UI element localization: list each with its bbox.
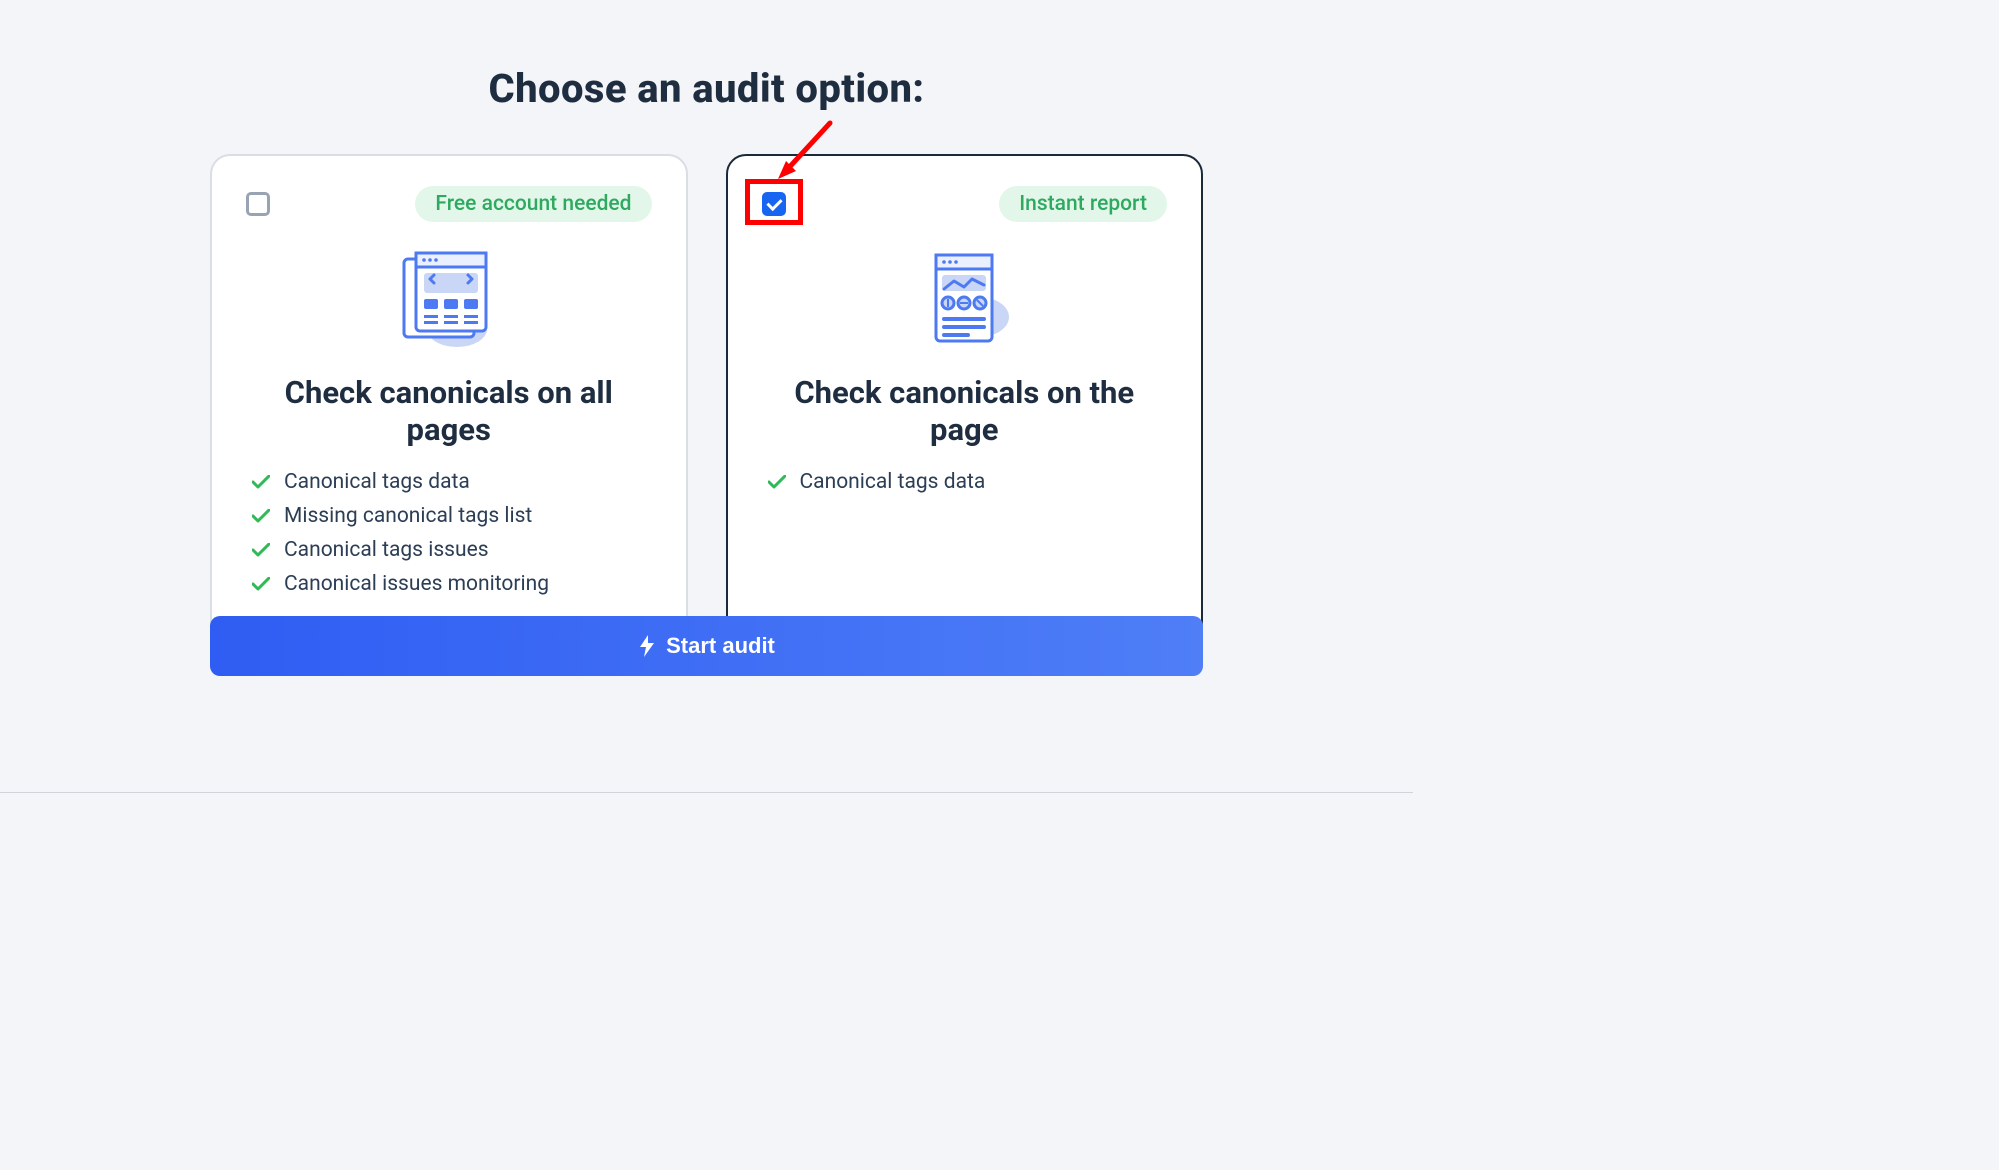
start-audit-label: Start audit bbox=[666, 633, 775, 659]
feature-text: Canonical tags issues bbox=[284, 538, 489, 562]
single-page-icon bbox=[762, 246, 1168, 356]
checkbox-all-pages[interactable] bbox=[246, 192, 270, 216]
feature-text: Missing canonical tags list bbox=[284, 504, 532, 528]
features-list: Canonical tags data Missing canonical ta… bbox=[246, 470, 652, 596]
check-icon bbox=[768, 475, 786, 489]
check-icon bbox=[252, 475, 270, 489]
feature-item: Canonical tags data bbox=[246, 470, 652, 494]
audit-option-panel: Choose an audit option: Free account nee… bbox=[0, 0, 1413, 793]
bolt-icon bbox=[638, 635, 656, 657]
feature-text: Canonical tags data bbox=[284, 470, 470, 494]
card-title: Check canonicals on the page bbox=[762, 374, 1168, 448]
badge-instant-report: Instant report bbox=[999, 186, 1167, 222]
option-card-all-pages[interactable]: Free account needed bbox=[210, 154, 688, 642]
card-header: Free account needed bbox=[246, 186, 652, 222]
feature-item: Canonical tags issues bbox=[246, 538, 652, 562]
card-title: Check canonicals on all pages bbox=[246, 374, 652, 448]
feature-item: Canonical tags data bbox=[762, 470, 1168, 494]
check-icon bbox=[252, 543, 270, 557]
checkbox-single-page[interactable] bbox=[762, 192, 786, 216]
check-icon bbox=[252, 509, 270, 523]
page-title: Choose an audit option: bbox=[0, 65, 1413, 112]
feature-item: Missing canonical tags list bbox=[246, 504, 652, 528]
features-list: Canonical tags data bbox=[762, 470, 1168, 494]
feature-text: Canonical tags data bbox=[800, 470, 986, 494]
pages-stack-icon bbox=[246, 246, 652, 356]
option-cards: Free account needed bbox=[210, 154, 1203, 642]
card-header: Instant report bbox=[762, 186, 1168, 222]
feature-text: Canonical issues monitoring bbox=[284, 572, 549, 596]
option-card-single-page[interactable]: Instant report bbox=[726, 154, 1204, 642]
badge-free-account: Free account needed bbox=[415, 186, 651, 222]
check-icon bbox=[252, 577, 270, 591]
feature-item: Canonical issues monitoring bbox=[246, 572, 652, 596]
start-audit-button[interactable]: Start audit bbox=[210, 616, 1203, 676]
